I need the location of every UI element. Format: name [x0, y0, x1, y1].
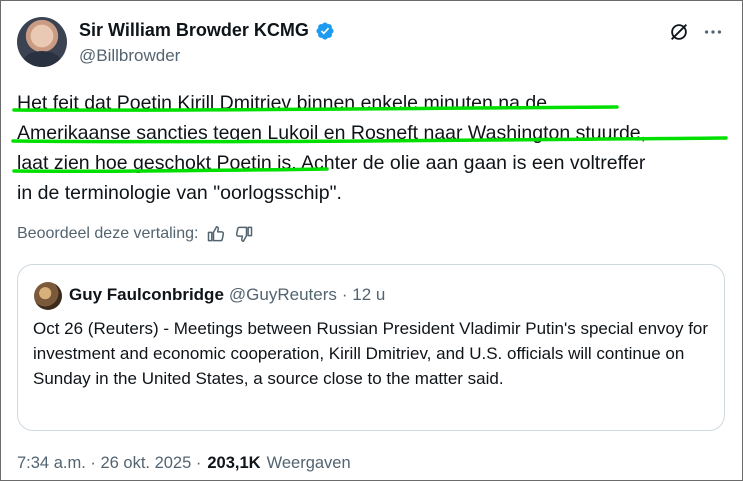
author-avatar[interactable] — [17, 17, 67, 67]
rate-translation-row: Beoordeel deze vertaling: — [17, 224, 254, 244]
tweet-timestamp[interactable]: 7:34 a.m. · 26 okt. 2025 · — [17, 454, 201, 473]
quoted-tweet[interactable]: Guy Faulconbridge @GuyReuters · 12 u Oct… — [17, 264, 725, 431]
tweet-body-line-4: in de terminologie van "oorlogsschip". — [17, 182, 342, 204]
tweet-body-rest: . Achter de olie aan gaan is een voltref… — [291, 152, 646, 174]
tweet-body-line-2: Amerikaanse sancties tegen Lukoil en Ros… — [17, 122, 647, 144]
tweet-body-line-3: laat zien hoe geschokt Poetin is. Achter… — [17, 148, 729, 178]
quote-header: Guy Faulconbridge @GuyReuters · 12 u — [69, 285, 385, 305]
quote-author-handle[interactable]: @GuyReuters — [229, 285, 337, 305]
quote-time[interactable]: · 12 u — [342, 285, 385, 305]
quote-author-avatar[interactable] — [34, 282, 62, 310]
quote-author-name[interactable]: Guy Faulconbridge — [69, 285, 224, 305]
author-handle[interactable]: @Billbrowder — [79, 46, 180, 66]
tweet-body: Het feit dat Poetin Kirill Dmitriev binn… — [17, 88, 729, 208]
thumbs-down-icon[interactable] — [234, 224, 254, 244]
more-icon[interactable] — [702, 21, 724, 43]
thumbs-up-icon[interactable] — [206, 224, 226, 244]
verified-badge-icon — [316, 21, 334, 40]
tweet-body-line-1: Het feit dat Poetin Kirill Dmitriev binn… — [17, 92, 548, 114]
author-name-row[interactable]: Sir William Browder KCMG — [79, 20, 335, 41]
rate-translation-label: Beoordeel deze vertaling: — [17, 225, 199, 242]
views-label: Weergaven — [266, 454, 351, 472]
quote-text: Oct 26 (Reuters) - Meetings between Russ… — [33, 319, 709, 388]
grok-icon[interactable] — [668, 21, 690, 43]
tweet-footer: 7:34 a.m. · 26 okt. 2025 · 203,1K Weerga… — [17, 454, 351, 473]
tweet-body-highlight: laat zien hoe geschokt Poetin is — [17, 152, 292, 174]
views-count[interactable]: 203,1K — [207, 454, 260, 473]
author-name[interactable]: Sir William Browder KCMG — [79, 20, 309, 41]
